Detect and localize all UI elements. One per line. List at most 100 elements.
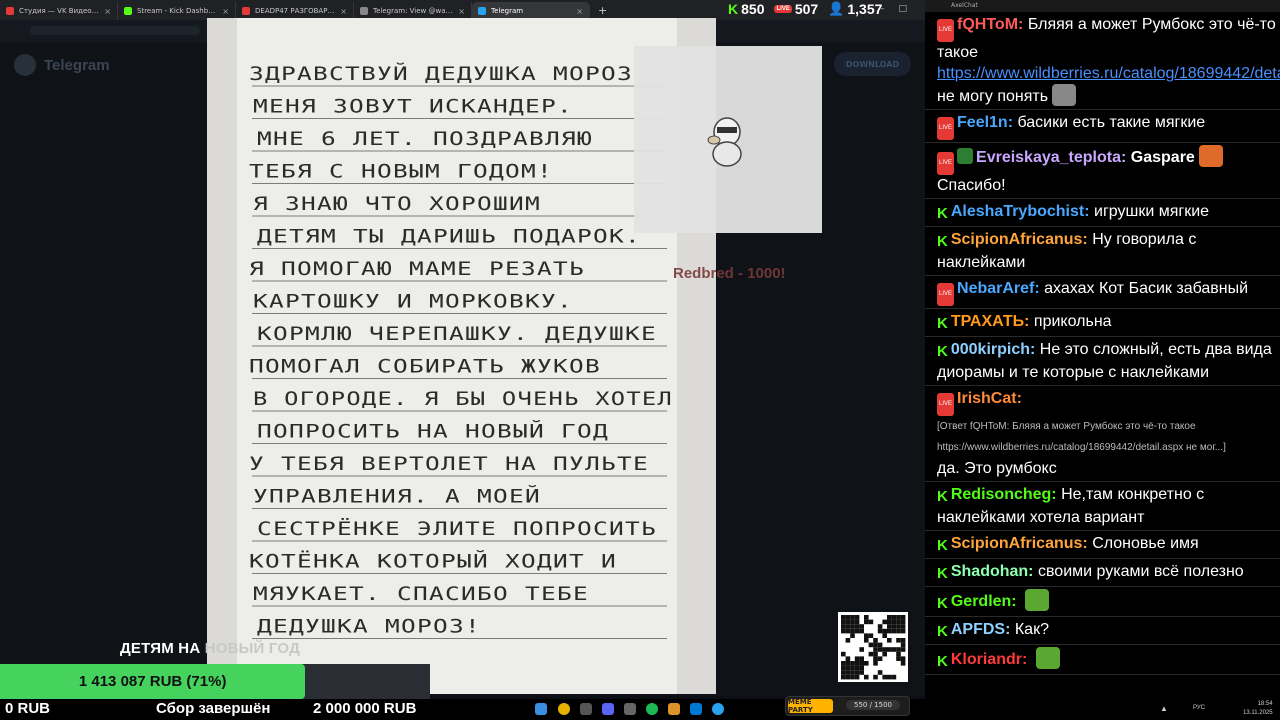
letter-line: МЯУКАЕТ. СПАСИБО ТЕБЕ [253,583,589,605]
vk-live-icon: LIVE [774,5,792,13]
telegram-taskbar-icon[interactable] [712,703,724,715]
letter-line: Я ЗНАЮ ЧТО ХОРОШИМ [253,193,541,215]
tab-favicon-icon [6,7,14,15]
tab-close-icon[interactable]: × [340,7,347,16]
chat-username[interactable]: Gerdlen: [951,593,1017,610]
steam-icon[interactable] [580,703,592,715]
chat-username[interactable]: Redisoncheg: [951,486,1057,503]
kick-badge-icon: K [937,653,948,670]
chat-text: ахахах Кот Басик забавный [1044,280,1249,297]
tab-label: Студия — VK Видео Live [19,7,101,15]
person-icon: 👤 [828,1,845,16]
chat-message: K Redisoncheg: Не,там конкретно с наклейк… [925,482,1280,531]
chat-text: басики есть такие мягкие [1017,114,1206,131]
chat-message: K ScipionAfricanus: Ну говорила с наклейк… [925,227,1280,276]
start-icon[interactable] [535,703,547,715]
chat-link[interactable]: https://www.wildberries.ru/catalog/18699… [937,65,1280,82]
emote-icon [1052,84,1077,106]
tab-favicon-icon [242,7,250,15]
chat-message-list[interactable]: LIVE fQHToM: Бляяя а может Румбокс это чё… [925,12,1280,675]
telegram-icon [14,54,36,76]
kick-icon: K [728,1,739,17]
kick-badge-icon: K [937,343,948,360]
letter-line: Я ПОМОГАЮ МАМЕ РЕЗАТЬ [249,258,585,280]
tab-label: Stream - Kick Dashboard [137,7,219,15]
chat-username[interactable]: Evreiskaya_teplota: [976,149,1126,166]
language-indicator[interactable]: РУС [1193,705,1205,711]
obs-icon[interactable] [624,703,636,715]
tab-close-icon[interactable]: × [576,7,583,16]
letter-line: КОРМЛЮ ЧЕРЕПАШКУ. ДЕДУШКЕ [257,323,657,345]
letter-line: ЗДРАВСТВУЙ ДЕДУШКА МОРОЗ [249,62,633,85]
chat-text: Gaspare [1130,149,1195,166]
discord-icon[interactable] [602,703,614,715]
tab-label: Telegram: View @warwebm [373,7,455,15]
chat-username[interactable]: NebarAref: [957,280,1040,297]
vk-live-count: 507 [794,1,819,17]
telegram-download-button[interactable]: DOWNLOAD [834,52,911,76]
chat-message: LIVE IrishCat: [Ответ fQHToM: Бляяя а мож… [925,386,1280,482]
pepe-emote-icon [1035,647,1060,669]
chat-username[interactable]: ТРАХАТЬ: [951,313,1030,330]
chat-message: K Kloriandr: [925,645,1280,675]
maximize-icon[interactable]: □ [899,4,908,14]
donation-goal: 2 000 000 RUB [313,700,417,717]
pencil-badge-icon [957,148,974,164]
chat-reply-quote: [Ответ fQHToM: Бляяя а может Румбокс это… [937,421,1226,453]
letter-line: ДЕТЯМ ТЫ ДАРИШЬ ПОДАРОК. [257,226,641,248]
donation-progress-bar: 1 413 087 RUB (71%) [0,664,430,699]
donation-title-highlight: НОВЫЙ ГОД [204,640,300,657]
chat-username[interactable]: Shadohan: [951,563,1034,580]
chat-username[interactable]: AleshaTrybochist: [951,203,1090,220]
spotify-icon[interactable] [646,703,658,715]
chat-message: LIVE fQHToM: Бляяя а может Румбокс это чё… [925,12,1280,110]
letter-line: КАРТОШКУ И МОРКОВКУ. [253,291,573,313]
donation-status: Сбор завершён [156,700,271,717]
folder-icon[interactable] [668,703,680,715]
chat-username[interactable]: fQHToM: [957,16,1023,33]
chat-username[interactable]: ScipionAfricanus: [951,535,1088,552]
tab-close-icon[interactable]: × [104,7,111,16]
fox-emote-icon [1198,145,1223,167]
vk-live-badge-icon: LIVE [937,393,955,416]
letter-line: У ТЕБЯ ВЕРТОЛЕТ НА ПУЛЬТЕ [249,453,649,475]
vk-live-badge-icon: LIVE [937,152,955,175]
vk-live-badge-icon: LIVE [937,117,955,140]
qr-code [838,612,908,682]
browser-tab[interactable]: Студия — VK Видео Live × [0,2,118,20]
new-tab-icon[interactable]: + [590,4,615,17]
chat-message: LIVE Evreiskaya_teplota: Gaspare Спасибо! [925,143,1280,199]
chat-message: K Gerdlen: [925,587,1280,617]
chat-username[interactable]: APFDS: [951,621,1011,638]
tab-favicon-icon [124,7,132,15]
vk-live-viewers: LIVE 507 [774,1,818,17]
kick-badge-icon: K [937,537,948,554]
chat-message: K ТРАХАТЬ: прикольна [925,309,1280,337]
donation-left-amount: 0 RUB [5,700,51,717]
chat-username[interactable]: Feel1n: [957,114,1013,131]
clock-time: 18:54 [1257,701,1273,707]
tab-close-icon[interactable]: × [458,7,465,16]
chat-username[interactable]: Kloriandr: [951,651,1027,668]
chat-username[interactable]: IrishCat: [957,390,1022,407]
chat-panel: AxelChat LIVE fQHToM: Бляяя а может Румбо… [925,0,1280,699]
tab-close-icon[interactable]: × [222,7,229,16]
chat-message: LIVE NebarAref: ахахах Кот Басик забавный [925,276,1280,309]
kick-badge-icon: K [937,315,948,332]
edge-icon[interactable] [690,703,702,715]
tray-expand-icon[interactable]: ▲ [1160,704,1168,713]
chat-username[interactable]: 000kirpich: [951,341,1035,358]
letter-line: УПРАВЛЕНИЯ. А МОЕЙ [253,485,541,508]
chrome-icon[interactable] [558,703,570,715]
letter-line: В ОГОРОДЕ. Я БЫ ОЧЕНЬ ХОТЕЛ [253,388,673,410]
donation-alert-text: Redbred - 1000! [673,265,786,282]
pepe-emote-icon [1025,589,1050,611]
vk-live-badge-icon: LIVE [937,19,955,42]
kick-badge-icon: K [937,488,948,505]
chat-username[interactable]: ScipionAfricanus: [951,231,1088,248]
minimize-icon[interactable]: – [880,4,885,14]
donation-title: ДЕТЯМ НА НОВЫЙ ГОД [120,640,300,657]
stream-screen: Telegram DOWNLOAD Студия — VK Видео Live… [0,0,1280,720]
clock[interactable]: 18:54 13.11.2025 [1243,700,1273,718]
kick-badge-icon: K [937,233,948,250]
